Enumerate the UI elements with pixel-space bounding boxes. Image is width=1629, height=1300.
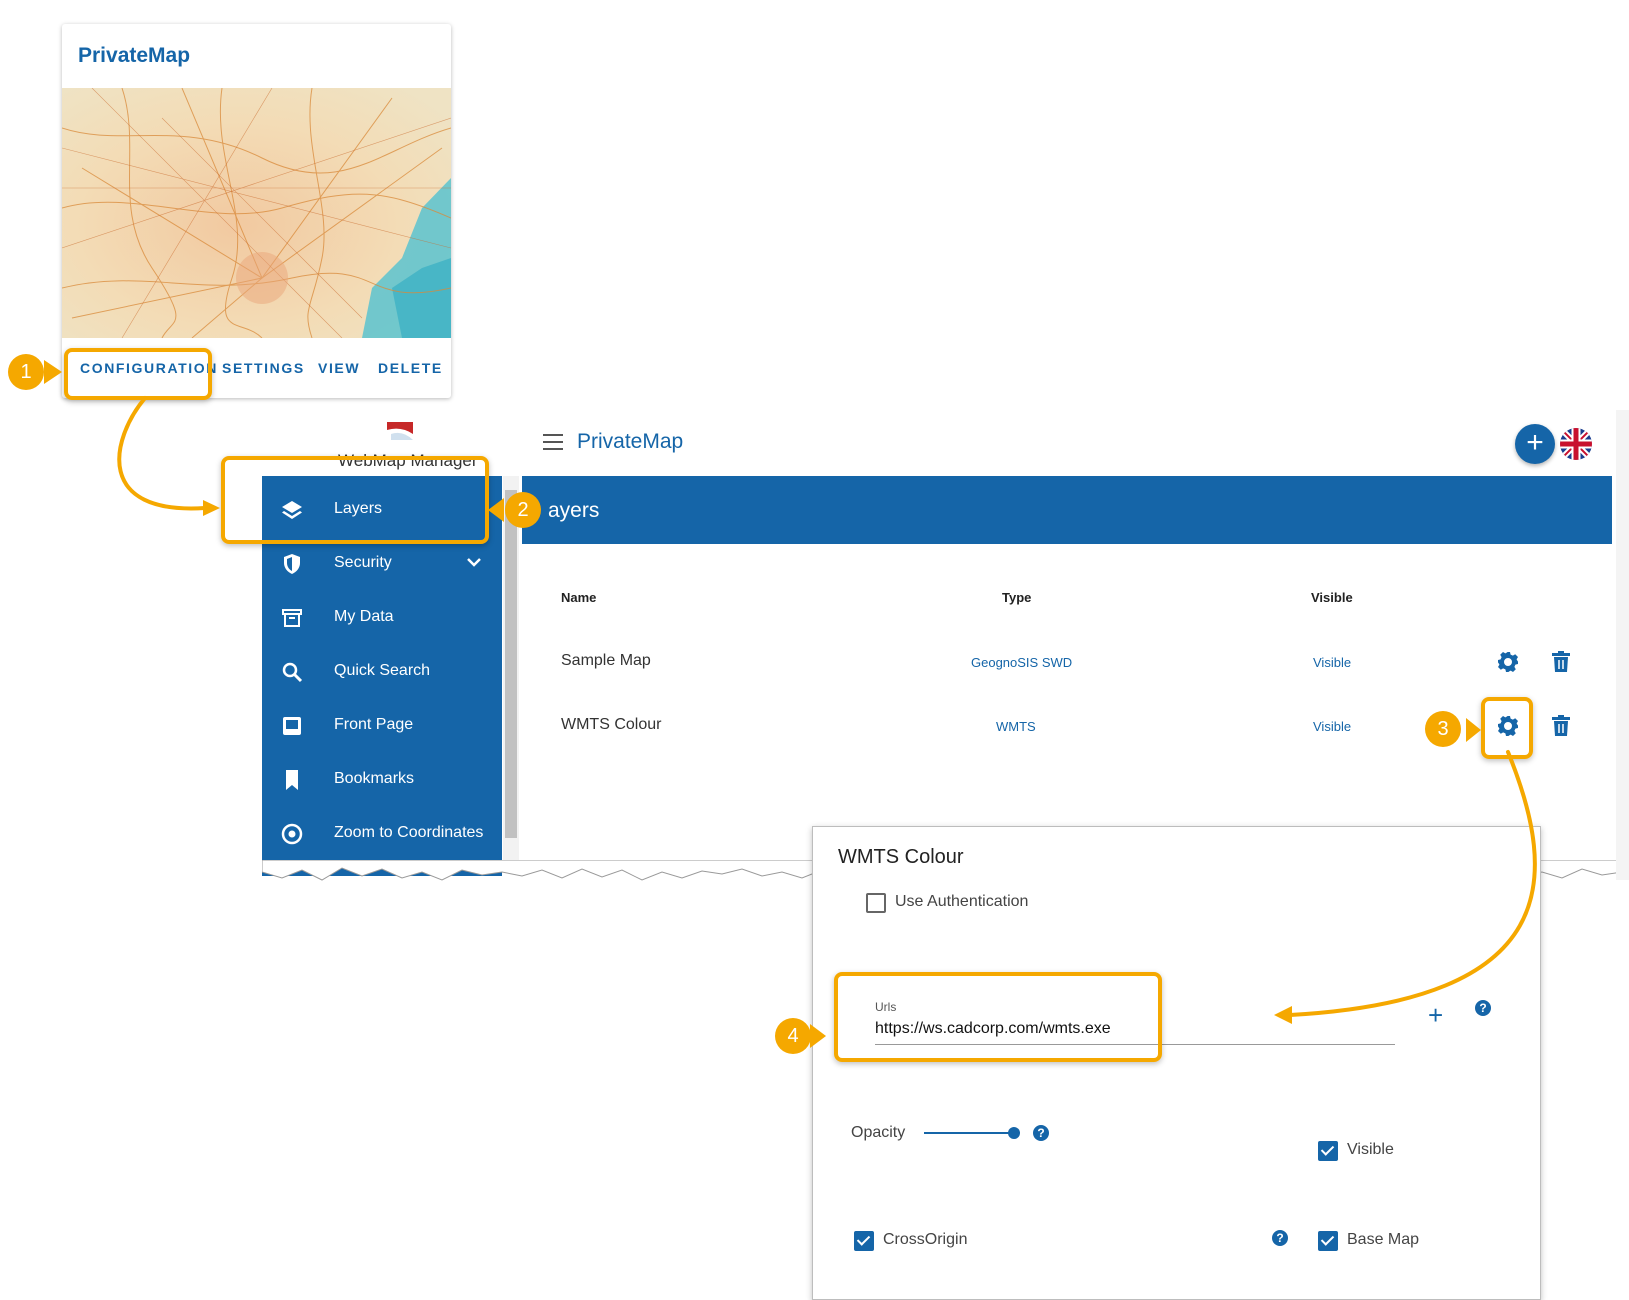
highlight-gear [1481, 697, 1533, 759]
sidebar-item-security[interactable]: Security [262, 538, 502, 590]
app-logo [385, 420, 415, 447]
use-authentication-checkbox[interactable] [866, 893, 886, 913]
sidebar-item-zoom-to-coordinates[interactable]: Zoom to Coordinates [262, 808, 502, 860]
help-icon[interactable]: ? [1033, 1125, 1049, 1141]
map-card: PrivateMap CONFIGURATION SETTINGS VIEW D… [62, 24, 451, 398]
highlight-configuration [64, 348, 212, 400]
sidebar-item-label: Bookmarks [334, 770, 415, 787]
highlight-urls [834, 972, 1162, 1062]
add-url-icon[interactable]: + [1428, 1000, 1443, 1031]
settings-button[interactable]: SETTINGS [222, 360, 305, 376]
delete-button[interactable]: DELETE [378, 360, 443, 376]
gear-icon[interactable] [1496, 650, 1520, 674]
hamburger-icon[interactable] [543, 434, 563, 455]
chevron-down-icon[interactable] [464, 552, 484, 572]
layer-type: WMTS [996, 719, 1036, 734]
sidebar-item-my-data[interactable]: My Data [262, 592, 502, 644]
search-icon [282, 662, 303, 683]
opacity-slider-track[interactable] [924, 1132, 1014, 1134]
table-row: Sample Map GeognoSIS SWD Visible [522, 630, 1612, 690]
base-map-label: Base Map [1347, 1231, 1420, 1248]
add-button[interactable]: + [1515, 424, 1555, 464]
callout-1: 1 [8, 354, 44, 390]
callout-3: 3 [1425, 711, 1461, 747]
use-authentication-label: Use Authentication [895, 893, 1029, 910]
layer-type: GeognoSIS SWD [971, 655, 1073, 670]
app-title: PrivateMap [577, 430, 684, 453]
trash-icon[interactable] [1550, 714, 1572, 738]
sidebar-item-front-page[interactable]: Front Page [262, 700, 502, 752]
layer-visible[interactable]: Visible [1313, 655, 1351, 670]
main-scrollbar[interactable] [1616, 410, 1629, 880]
dialog-title: WMTS Colour [838, 846, 964, 868]
column-header-name[interactable]: Name [561, 590, 596, 605]
shield-icon [284, 554, 300, 574]
sidebar-item-label: Security [334, 554, 392, 571]
sidebar-item-bookmarks[interactable]: Bookmarks [262, 754, 502, 806]
highlight-layers [221, 456, 489, 544]
uk-flag-icon[interactable] [1560, 428, 1592, 460]
sidebar-item-label: Quick Search [334, 662, 431, 679]
base-map-checkbox[interactable] [1318, 1231, 1338, 1251]
help-icon[interactable]: ? [1272, 1230, 1288, 1246]
callout-4: 4 [775, 1018, 811, 1054]
sidebar-item-label: My Data [334, 608, 394, 625]
sidebar-item-label: Front Page [334, 716, 414, 733]
bookmark-icon [286, 770, 298, 790]
crossorigin-label: CrossOrigin [883, 1231, 968, 1248]
layer-visible[interactable]: Visible [1313, 719, 1351, 734]
layers-title: ayers [548, 499, 600, 522]
layers-header [522, 476, 1612, 544]
sidebar-item-quick-search[interactable]: Quick Search [262, 646, 502, 698]
crossorigin-checkbox[interactable] [854, 1231, 874, 1251]
callout-2: 2 [505, 492, 541, 528]
opacity-label: Opacity [851, 1124, 906, 1141]
layer-name: Sample Map [561, 652, 651, 669]
layer-name: WMTS Colour [561, 716, 662, 733]
column-header-visible[interactable]: Visible [1311, 590, 1353, 605]
column-header-type[interactable]: Type [1002, 590, 1031, 605]
card-title: PrivateMap [78, 44, 191, 67]
plus-icon: + [1526, 426, 1544, 459]
sidebar-item-label: Zoom to Coordinates [334, 824, 484, 841]
visible-label: Visible [1347, 1141, 1394, 1158]
sidebar-scroll-thumb[interactable] [505, 490, 517, 838]
view-button[interactable]: VIEW [318, 360, 360, 376]
help-icon[interactable]: ? [1475, 1000, 1491, 1016]
front-page-icon [283, 717, 301, 735]
archive-icon [282, 609, 302, 627]
opacity-slider-thumb[interactable] [1008, 1127, 1020, 1139]
trash-icon[interactable] [1550, 650, 1572, 674]
visible-checkbox[interactable] [1318, 1141, 1338, 1161]
target-icon [281, 823, 303, 845]
map-thumbnail[interactable] [62, 88, 451, 338]
